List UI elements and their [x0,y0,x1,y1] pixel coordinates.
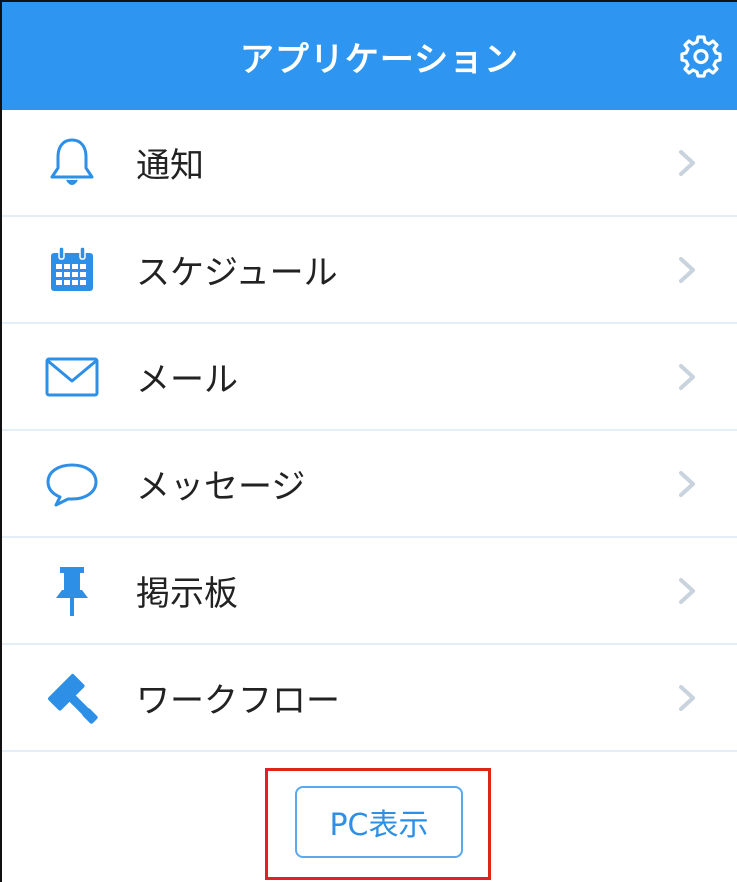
chevron-right-icon [679,257,695,283]
gear-icon[interactable] [679,34,723,78]
chevron-right-icon [679,578,695,604]
pushpin-icon [42,561,102,621]
menu-item-bulletin-board[interactable]: 掲示板 [2,538,737,645]
app-header: アプリケーション [2,2,737,110]
menu-item-mail[interactable]: メール [2,324,737,431]
app-menu-list: 通知 スケジュール メール メッセージ 掲示板 ワークフロー [2,110,737,752]
chevron-right-icon [679,364,695,390]
envelope-icon [42,347,102,407]
pc-view-button[interactable]: PC表示 [295,786,463,858]
menu-item-messages[interactable]: メッセージ [2,431,737,538]
gavel-icon [42,668,102,728]
calendar-icon [42,240,102,300]
chevron-right-icon [679,150,695,176]
menu-item-schedule[interactable]: スケジュール [2,217,737,324]
speech-bubble-icon [42,454,102,514]
app-footer: PC表示 [2,752,737,882]
bell-icon [42,133,102,193]
menu-item-label: メール [136,360,238,400]
menu-item-label: 通知 [136,146,204,186]
chevron-right-icon [679,471,695,497]
header-title: アプリケーション [239,39,520,80]
app-screen: アプリケーション 通知 スケジュール メール メッセージ 掲示板 ワークフロー … [0,0,737,882]
menu-item-label: ワークフロー [136,681,340,721]
menu-item-label: 掲示板 [136,574,238,614]
menu-item-workflow[interactable]: ワークフロー [2,645,737,752]
menu-item-label: メッセージ [136,467,306,507]
chevron-right-icon [679,685,695,711]
menu-item-notifications[interactable]: 通知 [2,110,737,217]
menu-item-label: スケジュール [136,253,338,293]
